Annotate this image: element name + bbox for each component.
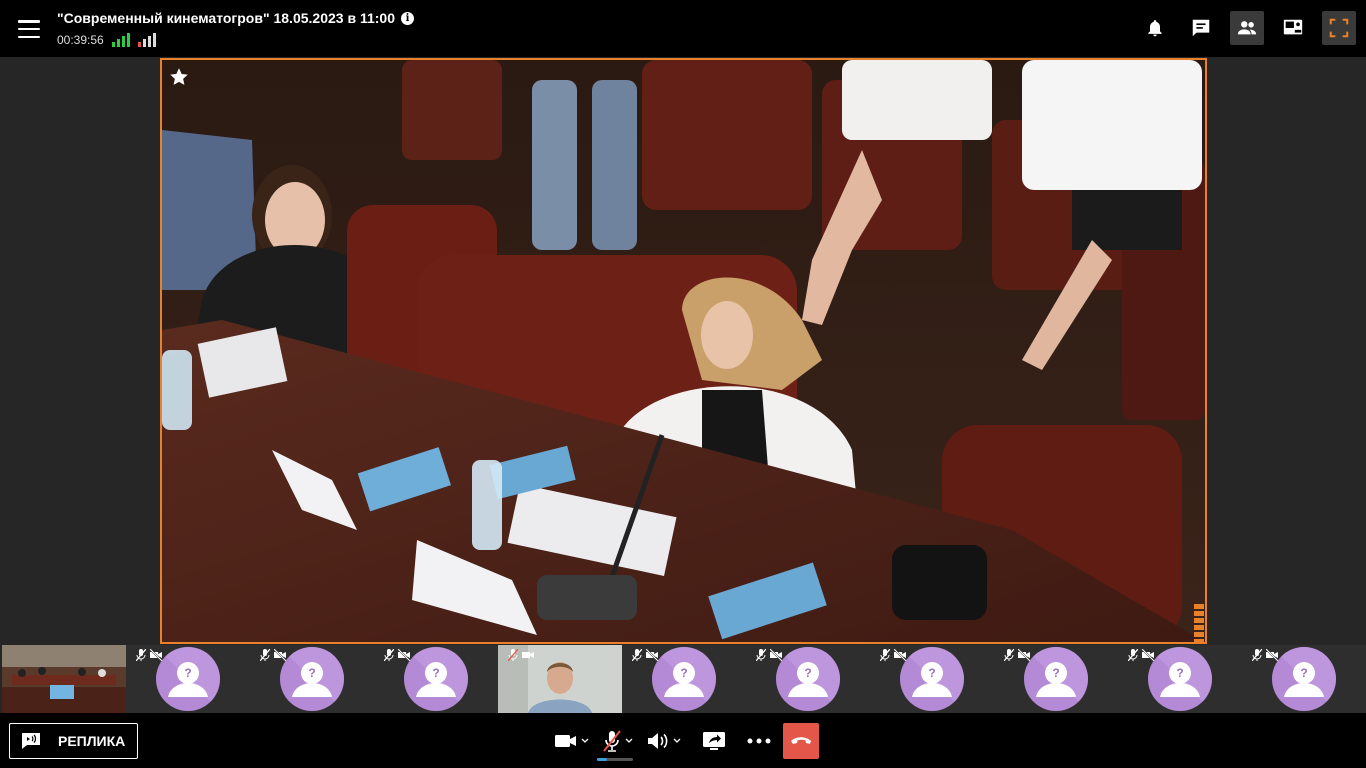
bottom-toolbar: РЕПЛИКА [0, 713, 1366, 768]
meeting-title: "Современный кинематогров" 18.05.2023 в … [57, 10, 395, 26]
svg-text:?: ? [928, 666, 935, 680]
tile-status-icons [1004, 649, 1030, 661]
avatar: ? [900, 647, 964, 711]
camera-off-icon [150, 649, 162, 661]
avatar: ? [280, 647, 344, 711]
avatar: ? [1148, 647, 1212, 711]
tile-status-icons [136, 649, 162, 661]
tile-status-icons [260, 649, 286, 661]
participant-tile[interactable]: ? [1118, 645, 1242, 713]
svg-text:?: ? [1300, 666, 1307, 680]
camera-off-icon [646, 649, 658, 661]
camera-off-icon [1142, 649, 1154, 661]
end-call-icon [791, 737, 811, 744]
participant-tile[interactable]: ? [746, 645, 870, 713]
participant-tile[interactable]: ? [1242, 645, 1366, 713]
svg-text:?: ? [1052, 666, 1059, 680]
mic-muted-icon [880, 649, 890, 661]
svg-text:?: ? [804, 666, 811, 680]
avatar: ? [1024, 647, 1088, 711]
replika-label: РЕПЛИКА [58, 733, 126, 749]
info-icon[interactable]: i [400, 11, 414, 25]
network-signal-icon [111, 33, 130, 47]
chevron-down-icon [673, 738, 681, 743]
tile-status-icons [756, 649, 782, 661]
participant-tile[interactable]: ? [994, 645, 1118, 713]
svg-text:?: ? [308, 666, 315, 680]
meeting-status: 00:39:56 [57, 33, 156, 47]
screen-share-icon[interactable] [703, 723, 725, 759]
svg-text:?: ? [1176, 666, 1183, 680]
chevron-down-icon [625, 738, 633, 743]
mic-muted-icon [1004, 649, 1014, 661]
top-bar: "Современный кинематогров" 18.05.2023 в … [0, 0, 1366, 57]
chat-icon[interactable] [1184, 11, 1218, 45]
tile-status-icons [1252, 649, 1278, 661]
camera-icon[interactable] [555, 723, 589, 759]
participant-tile[interactable]: ? [126, 645, 250, 713]
mic-muted-icon [1252, 649, 1262, 661]
chevron-down-icon [581, 738, 589, 743]
participants-icon[interactable] [1230, 11, 1264, 45]
mic-muted-icon [1128, 649, 1138, 661]
camera-off-icon [770, 649, 782, 661]
call-timer: 00:39:56 [57, 33, 104, 47]
avatar: ? [156, 647, 220, 711]
participant-tile-room[interactable] [2, 645, 126, 713]
call-controls [555, 723, 819, 761]
mic-muted-icon [136, 649, 146, 661]
mic-muted-icon [508, 649, 518, 661]
mic-muted-icon [384, 649, 394, 661]
mic-muted-icon [260, 649, 270, 661]
bell-icon[interactable] [1138, 11, 1172, 45]
mic-level-bar [597, 758, 633, 761]
tile-status-icons [880, 649, 906, 661]
participant-tile-self[interactable] [498, 645, 622, 713]
avatar: ? [404, 647, 468, 711]
participant-tile[interactable]: ? [374, 645, 498, 713]
participant-strip: ? ? ? ? ? ? ? ? ? [0, 645, 1366, 713]
mic-muted-icon [632, 649, 642, 661]
tile-status-icons [632, 649, 658, 661]
avatar: ? [652, 647, 716, 711]
avatar: ? [776, 647, 840, 711]
main-video-feed[interactable] [160, 58, 1207, 644]
audio-signal-icon [137, 33, 156, 47]
svg-text:?: ? [184, 666, 191, 680]
mic-muted-icon [756, 649, 766, 661]
star-icon[interactable] [168, 66, 190, 88]
svg-text:?: ? [432, 666, 439, 680]
raise-voice-icon [22, 733, 40, 749]
more-icon[interactable] [747, 723, 771, 759]
participant-tile[interactable]: ? [250, 645, 374, 713]
meeting-title-row: "Современный кинематогров" 18.05.2023 в … [57, 10, 414, 26]
room-video-thumbnail [2, 645, 126, 713]
camera-off-icon [1266, 649, 1278, 661]
conference-room-scene [162, 60, 1205, 642]
speaker-icon[interactable] [647, 723, 681, 759]
camera-off-icon [522, 652, 534, 658]
fullscreen-icon[interactable] [1322, 11, 1356, 45]
menu-icon[interactable] [16, 17, 42, 41]
participant-tile[interactable]: ? [870, 645, 994, 713]
tile-status-icons [1128, 649, 1154, 661]
tile-status-icons [384, 649, 410, 661]
svg-text:?: ? [680, 666, 687, 680]
camera-off-icon [398, 649, 410, 661]
camera-off-icon [894, 649, 906, 661]
tile-status-icons [508, 649, 534, 661]
top-actions [1138, 11, 1356, 45]
replika-button[interactable]: РЕПЛИКА [9, 723, 138, 759]
camera-off-icon [1018, 649, 1030, 661]
participant-tile[interactable]: ? [622, 645, 746, 713]
avatar: ? [1272, 647, 1336, 711]
end-call-button[interactable] [783, 723, 819, 759]
layout-icon[interactable] [1276, 11, 1310, 45]
camera-off-icon [274, 649, 286, 661]
microphone-muted-icon[interactable] [597, 723, 633, 761]
